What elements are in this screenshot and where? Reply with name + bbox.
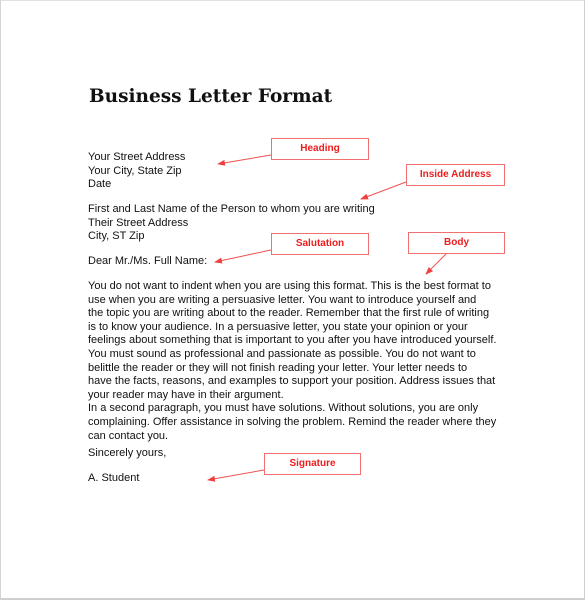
callout-heading: Heading <box>271 138 369 160</box>
inside-address-line: Their Street Address <box>88 216 189 229</box>
body-line: the topic you are writing about to the r… <box>88 307 490 320</box>
body-line: You must sound as professional and passi… <box>88 348 476 360</box>
callout-body: Body <box>408 232 505 254</box>
inside-address-line: City, ST Zip <box>88 230 145 243</box>
body-line: have the facts, reasons, and examples to… <box>88 375 496 388</box>
arrow-salutation <box>214 249 272 264</box>
inside-address-line: First and Last Name of the Person to who… <box>88 203 375 215</box>
arrow-heading <box>217 154 272 166</box>
body-line: belittle the reader or they will not fin… <box>88 361 468 374</box>
callout-signature: Signature <box>264 453 361 475</box>
heading-line: Date <box>88 178 112 191</box>
heading-line: Your Street Address <box>88 151 186 163</box>
body-line: use when you are writing a persuasive le… <box>88 293 477 306</box>
body-line: You do not want to indent when you are u… <box>88 280 491 292</box>
body-line: feelings about something that is importa… <box>88 334 497 347</box>
salutation-line: Dear Mr./Ms. Full Name: <box>88 255 208 267</box>
body-line: can contact you. <box>88 429 169 442</box>
callout-inside-address: Inside Address <box>406 164 505 186</box>
arrow-signature <box>207 469 265 482</box>
body-line: is to know your audience. In a persuasiv… <box>88 320 468 333</box>
callout-salutation: Salutation <box>271 233 369 255</box>
signature-line: A. Student <box>88 472 140 484</box>
body-line: complaining. Offer assistance in solving… <box>88 416 497 428</box>
letter-page: Business Letter Format Your Street Addre… <box>0 0 585 600</box>
heading-line: Your City, State Zip <box>88 164 182 177</box>
closing-line: Sincerely yours, <box>88 447 167 459</box>
document-title: Business Letter Format <box>89 86 333 107</box>
arrow-body <box>425 253 447 275</box>
body-line: your reader may have in their argument. <box>88 388 284 401</box>
body-line: In a second paragraph, you must have sol… <box>88 402 479 415</box>
arrow-inside-address <box>360 181 407 200</box>
